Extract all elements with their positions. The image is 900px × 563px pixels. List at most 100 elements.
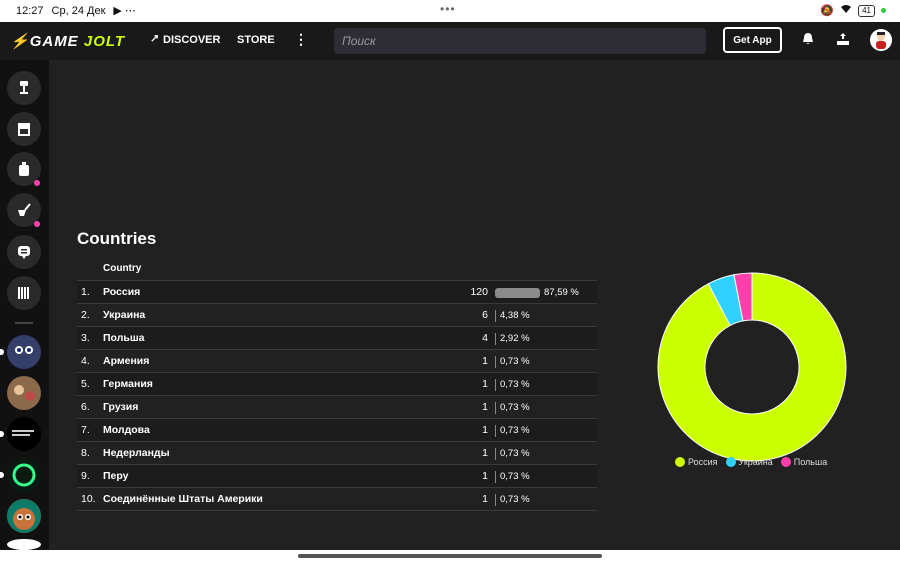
notification-dot [34,221,40,227]
top-navigation: ⚡GAME JOLT DISCOVER STORE ⋮ Get App [0,22,900,60]
system-status-bar: 12:27 Ср, 24 Дек ▶ ⋯ ••• 🔕 41 [0,0,900,22]
window-handle[interactable]: ••• [440,2,456,16]
legend-item[interactable]: Россия [675,457,718,467]
percentage-label: 0,73 % [500,402,530,413]
get-app-button[interactable]: Get App [723,27,782,53]
row-index: 1. [81,286,90,298]
country-name: Соединённые Штаты Америки [103,493,263,505]
home-indicator[interactable] [298,554,602,558]
percentage-label: 87,59 % [544,287,579,298]
main-content: Countries Country 1. Россия 120 87,59 % 2. Ук… [49,60,900,550]
library-icon [18,287,29,299]
country-name: Германия [103,378,153,390]
table-row: 3. Польша 4 2,92 % [77,327,597,350]
gamejolt-logo[interactable]: ⚡GAME JOLT [10,32,125,50]
discover-label: DISCOVER [163,34,221,46]
community-avatar[interactable] [7,417,41,451]
community-avatar[interactable] [7,539,41,550]
row-index: 4. [81,355,90,367]
percentage-bar [495,379,496,391]
visit-count: 1 [482,493,488,505]
visit-count: 6 [482,309,488,321]
left-sidebar [0,60,49,550]
table-row: 8. Недерланды 1 0,73 % [77,442,597,465]
notification-dot [34,180,40,186]
sidebar-chat-button[interactable] [7,235,41,269]
percentage-label: 0,73 % [500,425,530,436]
table-row: 1. Россия 120 87,59 % [77,281,597,304]
active-indicator [0,431,4,437]
percentage-bar [495,288,540,298]
friends-icon[interactable] [835,32,851,48]
chart-legend: Россия Украина Польша [675,457,827,467]
legend-swatch [675,457,685,467]
logo-text-jolt: JOLT [83,33,126,50]
table-row: 9. Перу 1 0,73 % [77,465,597,488]
more-menu-icon[interactable]: ⋮ [294,31,308,48]
visit-count: 1 [482,470,488,482]
row-index: 9. [81,470,90,482]
percentage-bar [495,333,496,345]
community-avatar[interactable] [7,458,41,492]
sidebar-home-button[interactable] [7,71,41,105]
logo-text-game: GAME [29,33,79,50]
visit-count: 1 [482,424,488,436]
community-avatar[interactable] [7,335,41,369]
bolt-icon: ⚡ [10,33,30,50]
media-icon: ▶ ⋯ [113,5,136,17]
percentage-label: 0,73 % [500,494,530,505]
percentage-label: 0,73 % [500,471,530,482]
row-index: 5. [81,378,90,390]
wifi-icon [840,4,852,17]
discover-icon [150,34,159,46]
table-row: 6. Грузия 1 0,73 % [77,396,597,419]
sidebar-divider [15,322,33,324]
row-index: 2. [81,309,90,321]
date: Ср, 24 Дек [51,4,106,17]
row-index: 7. [81,424,90,436]
visit-count: 1 [482,401,488,413]
countries-table: Country 1. Россия 120 87,59 % 2. Украина 6 4,38… [77,260,597,511]
sidebar-store-button[interactable] [7,112,41,146]
joystick-icon [20,81,28,94]
table-row: 4. Армения 1 0,73 % [77,350,597,373]
percentage-bar [495,471,496,483]
percentage-bar [495,310,496,322]
row-index: 3. [81,332,90,344]
legend-item[interactable]: Украина [725,457,773,467]
table-row: 10. Соединённые Штаты Америки 1 0,73 % [77,488,597,511]
user-avatar[interactable] [870,29,892,51]
legend-item[interactable]: Польша [780,457,828,467]
legend-label: Россия [688,457,718,467]
community-avatar[interactable] [7,499,41,533]
bell-icon[interactable] [800,32,816,48]
store-link[interactable]: STORE [237,34,275,46]
visit-count: 1 [482,355,488,367]
percentage-bar [495,494,496,506]
country-name: Польша [103,332,145,344]
storefront-icon [18,123,30,136]
table-row: 5. Германия 1 0,73 % [77,373,597,396]
visit-count: 1 [482,447,488,459]
sidebar-library-button[interactable] [7,276,41,310]
percentage-label: 0,73 % [500,448,530,459]
percentage-label: 4,38 % [500,310,530,321]
active-indicator [0,349,4,355]
visit-count: 1 [482,378,488,390]
percentage-label: 0,73 % [500,379,530,390]
row-index: 6. [81,401,90,413]
legend-swatch [725,457,736,467]
legend-label: Польша [793,457,828,467]
row-index: 10. [81,493,96,505]
country-name: Грузия [103,401,139,413]
percentage-bar [495,402,496,414]
discover-link[interactable]: DISCOVER [150,34,220,46]
community-avatar[interactable] [7,376,41,410]
visit-count: 120 [470,286,488,298]
battery-icon: 41 [858,4,875,17]
search-input[interactable] [334,28,706,54]
country-name: Украина [103,309,146,321]
table-row: 2. Украина 6 4,38 % [77,304,597,327]
percentage-bar [495,448,496,460]
active-indicator [0,472,4,478]
